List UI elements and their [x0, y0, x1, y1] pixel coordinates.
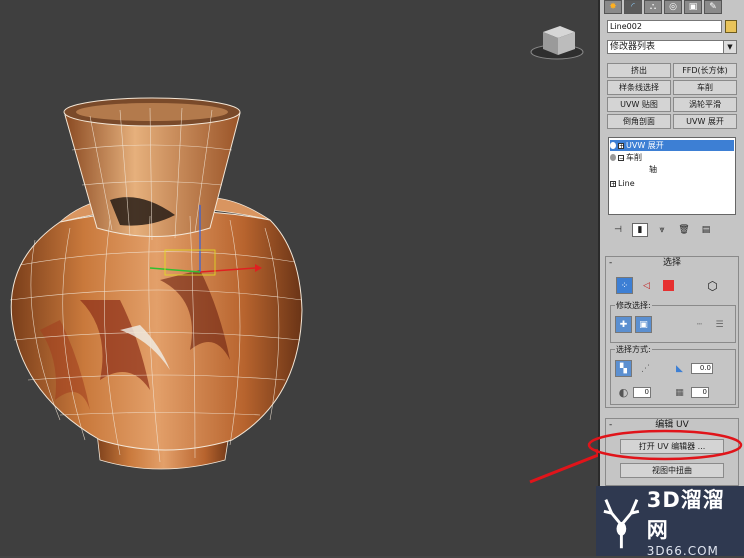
watermark-brand: 3D溜溜网 — [646, 488, 725, 542]
tweak-in-view-button[interactable]: 视图中扭曲 — [620, 463, 724, 478]
stack-item-line[interactable]: + Line — [610, 178, 635, 189]
stack-item-label: UVW 展开 — [626, 141, 664, 150]
modify-icon: ◜ — [631, 2, 635, 12]
make-unique-icon[interactable]: ⩔ — [654, 223, 670, 237]
rollout-title: 编辑 UV — [655, 420, 689, 430]
group-label: 修改选择: — [615, 300, 652, 311]
point-to-point-icon[interactable]: ⋰ — [637, 360, 654, 377]
annotation-arrow — [529, 449, 598, 484]
remove-modifier-icon[interactable]: 🗑 — [676, 223, 692, 237]
lightbulb-icon[interactable] — [610, 142, 616, 149]
motion-icon: ◎ — [669, 2, 677, 12]
modifier-list-dropdown[interactable]: 修改器列表 ▼ — [607, 40, 737, 54]
shrink-selection-icon[interactable]: ▣ — [635, 316, 652, 333]
vase-model[interactable] — [0, 0, 598, 556]
select-by-group: 选择方式: ▚ ⋰ ◣ 0.0 ◐ 0 ▦ 0 — [610, 344, 736, 405]
stack-item-label: Line — [618, 179, 635, 188]
ring-select-icon[interactable]: ☰ — [711, 316, 728, 333]
select-rollout: - 选择 ⁘ ◁ ⬡ 修改选择: ✚ ▣ ┄ ☰ 选择方式: ▚ ⋰ ◣ 0.0… — [605, 256, 739, 408]
vertex-select-icon[interactable]: ⁘ — [616, 277, 633, 294]
stack-item-axis[interactable]: 轴 — [649, 164, 657, 175]
planar-angle-spinner[interactable]: 0.0 — [691, 363, 713, 374]
hierarchy-tab[interactable]: ⛬ — [644, 0, 662, 14]
watermark: 3D溜溜网 3D66.COM — [596, 486, 744, 558]
modifier-list-label: 修改器列表 — [610, 42, 656, 52]
planar-angle-icon[interactable]: ◣ — [671, 360, 688, 377]
modify-selection-group: 修改选择: ✚ ▣ ┄ ☰ — [610, 300, 736, 343]
viewcube-icon[interactable] — [530, 26, 584, 60]
face-select-icon[interactable] — [660, 277, 677, 294]
stack-toolbar: ⊣ ▮ ⩔ 🗑 ▤ — [610, 222, 734, 238]
ignore-backfacing-icon[interactable]: ▚ — [615, 360, 632, 377]
perspective-viewport[interactable] — [0, 0, 598, 556]
collapse-icon[interactable]: − — [618, 154, 624, 161]
unwrap-uvw-button[interactable]: UVW 展开 — [673, 114, 737, 129]
uvw-map-button[interactable]: UVW 贴图 — [607, 97, 671, 112]
bevel-profile-button[interactable]: 倒角剖面 — [607, 114, 671, 129]
create-tab[interactable]: ✸ — [604, 0, 622, 14]
edit-uv-rollout-header[interactable]: - 编辑 UV — [606, 419, 738, 431]
select-by-element-icon[interactable]: ◐ — [615, 384, 632, 401]
spline-select-button[interactable]: 样条线选择 — [607, 80, 671, 95]
ffd-box-button[interactable]: FFD(长方体) — [673, 63, 737, 78]
utilities-tab[interactable]: ✎ — [704, 0, 722, 14]
object-color-swatch[interactable] — [725, 20, 737, 33]
extrude-button[interactable]: 挤出 — [607, 63, 671, 78]
command-panel-tabs: ✸ ◜ ⛬ ◎ ▣ ✎ — [604, 0, 722, 14]
modifier-stack: + UVW 展开 − 车削 轴 + Line — [608, 137, 736, 215]
select-by-smoothing-icon[interactable]: ▦ — [671, 384, 688, 401]
pin-stack-icon[interactable]: ⊣ — [610, 223, 626, 237]
select-spinner-a[interactable]: 0 — [633, 387, 651, 398]
hierarchy-icon: ⛬ — [649, 2, 657, 12]
select-spinner-b[interactable]: 0 — [691, 387, 709, 398]
display-tab[interactable]: ▣ — [684, 0, 702, 14]
stack-item-unwrap-uvw[interactable]: + UVW 展开 — [610, 140, 734, 151]
edge-select-icon[interactable]: ◁ — [638, 277, 655, 294]
object-name-field[interactable]: Line002 — [607, 20, 722, 33]
utilities-icon: ✎ — [709, 2, 717, 12]
open-uv-editor-button[interactable]: 打开 UV 编辑器 ... — [620, 439, 724, 454]
display-icon: ▣ — [688, 2, 698, 12]
rollout-title: 选择 — [662, 258, 681, 268]
edit-uv-rollout: - 编辑 UV 打开 UV 编辑器 ... 视图中扭曲 — [605, 418, 739, 486]
command-panel: ✸ ◜ ⛬ ◎ ▣ ✎ Line002 修改器列表 ▼ 挤出 FFD(长方体) … — [598, 0, 744, 556]
collapse-icon: - — [609, 258, 613, 268]
modifier-button-set: 挤出 FFD(长方体) 样条线选择 车削 UVW 贴图 涡轮平滑 倒角剖面 UV… — [607, 63, 737, 129]
deer-logo-icon — [603, 499, 640, 549]
group-label: 选择方式: — [615, 344, 652, 355]
turbosmooth-button[interactable]: 涡轮平滑 — [673, 97, 737, 112]
show-end-result-icon[interactable]: ▮ — [632, 223, 648, 237]
chevron-down-icon: ▼ — [723, 41, 736, 53]
create-icon: ✸ — [609, 2, 617, 12]
configure-modifier-sets-icon[interactable]: ▤ — [698, 223, 714, 237]
collapse-icon: - — [609, 420, 613, 430]
grow-selection-icon[interactable]: ✚ — [615, 316, 632, 333]
select-rollout-header[interactable]: - 选择 — [606, 257, 738, 269]
element-select-icon[interactable]: ⬡ — [704, 277, 721, 294]
lathe-button[interactable]: 车削 — [673, 80, 737, 95]
motion-tab[interactable]: ◎ — [664, 0, 682, 14]
stack-item-lathe[interactable]: − 车削 — [610, 152, 642, 163]
expand-icon[interactable]: + — [618, 142, 624, 149]
loop-select-icon[interactable]: ┄ — [691, 316, 708, 333]
modify-tab[interactable]: ◜ — [624, 0, 642, 14]
lightbulb-icon[interactable] — [610, 154, 616, 161]
expand-icon[interactable]: + — [610, 180, 616, 187]
stack-item-label: 车削 — [626, 153, 642, 162]
stack-item-label: 轴 — [649, 165, 657, 174]
